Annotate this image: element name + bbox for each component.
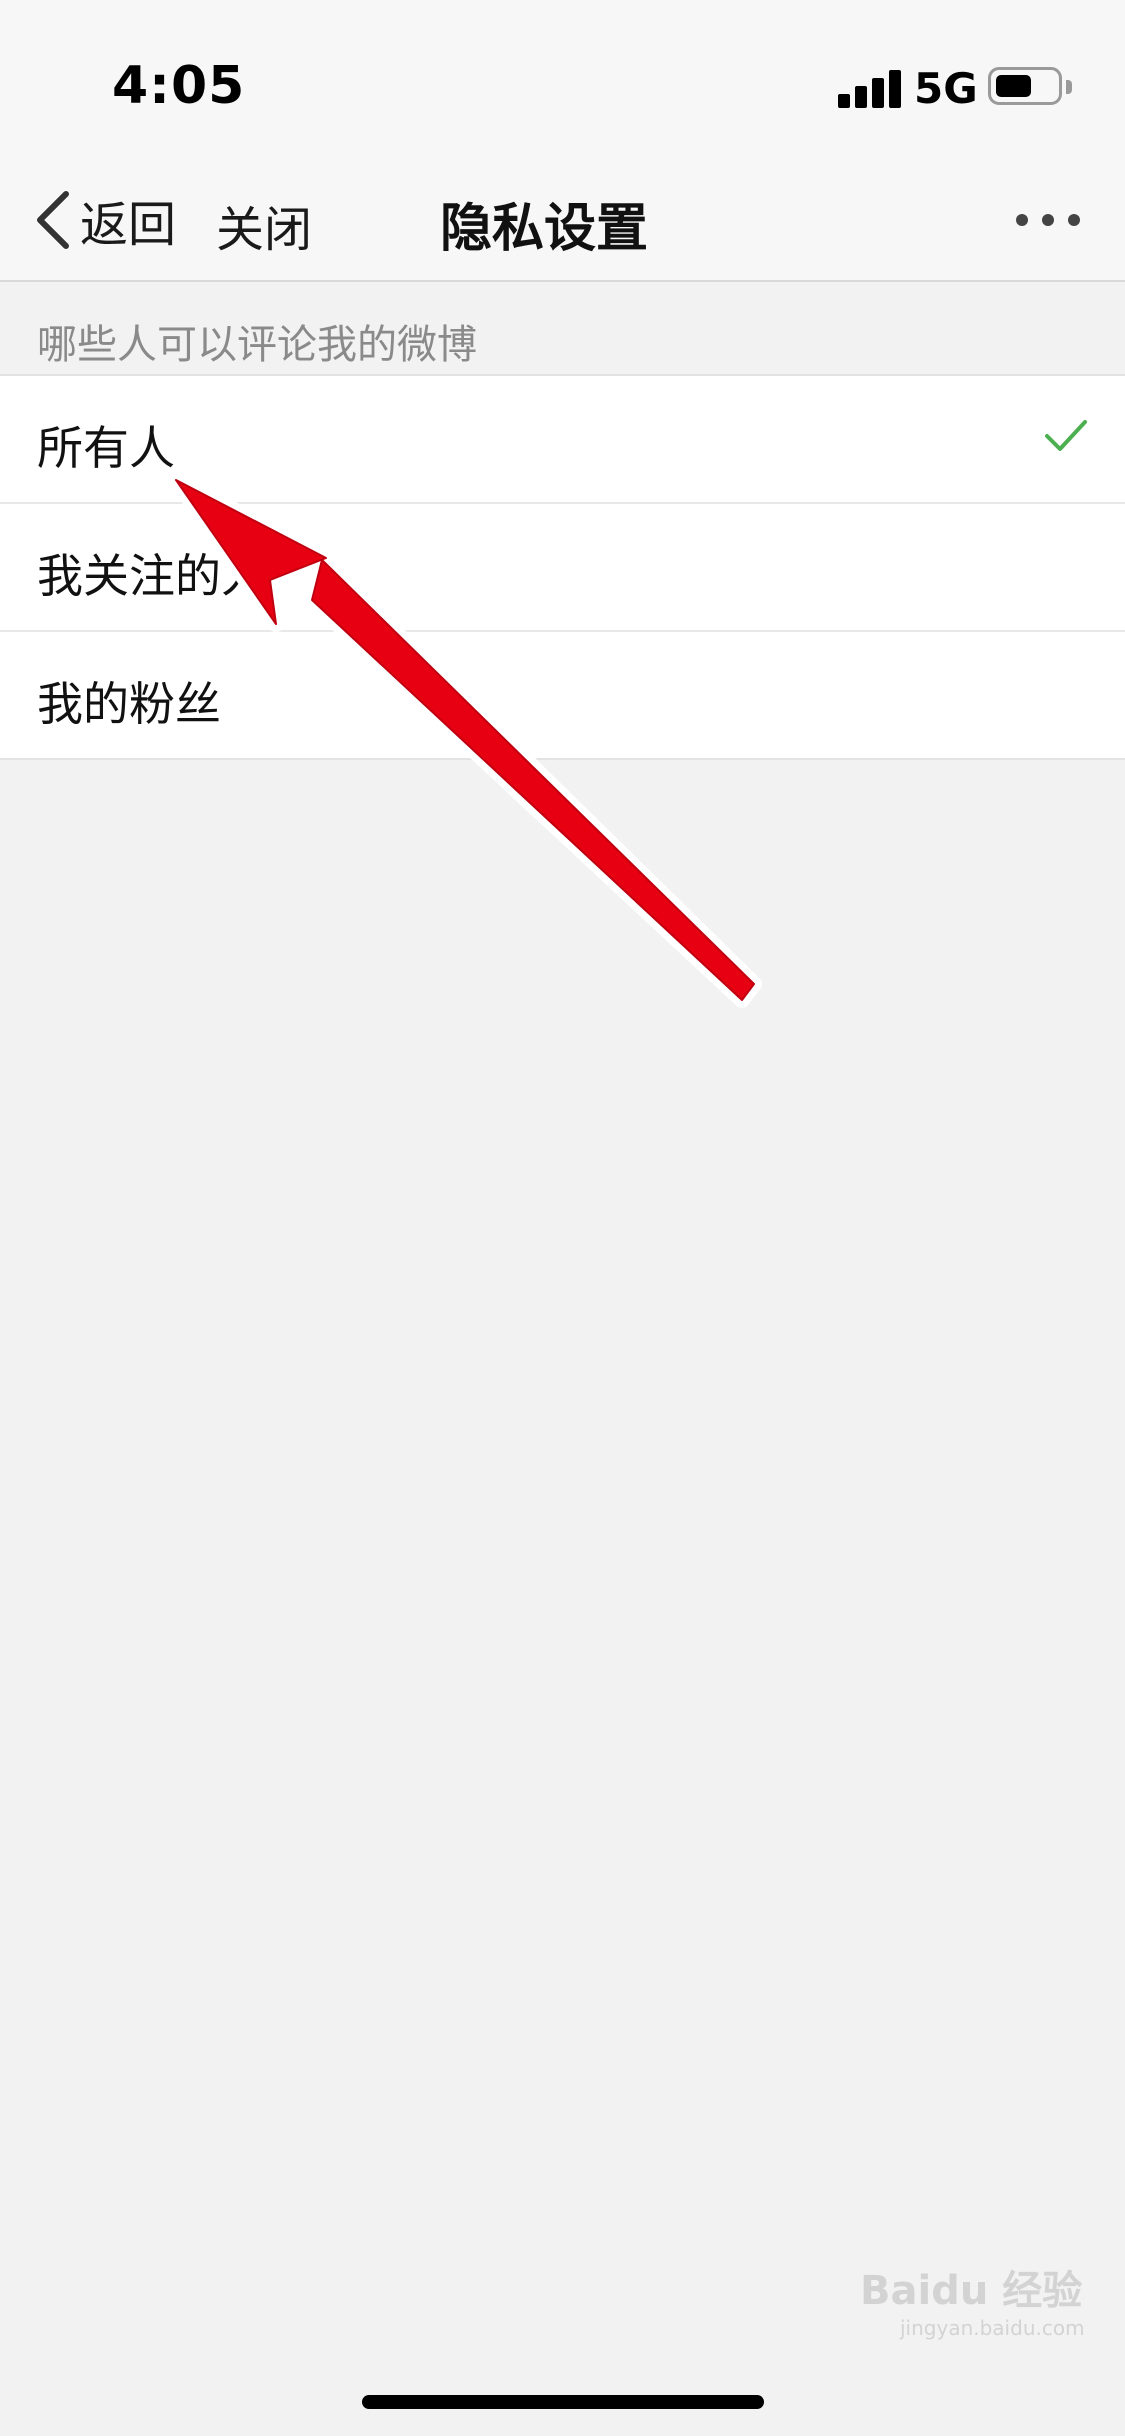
status-time: 4:05	[112, 56, 246, 116]
option-people-i-follow[interactable]: 我关注的人	[0, 504, 1125, 632]
watermark-brand: Baidu 经验	[860, 2268, 1083, 2314]
signal-strength-icon	[838, 68, 902, 108]
page-title: 隐私设置	[439, 199, 648, 259]
option-label: 我的粉丝	[37, 677, 221, 731]
option-my-fans[interactable]: 我的粉丝	[0, 632, 1125, 758]
option-everyone[interactable]: 所有人	[0, 376, 1125, 504]
watermark-logo: Baidu 经验 jingyan.baidu.com	[860, 2240, 1090, 2350]
battery-icon	[988, 67, 1062, 105]
checkmark-icon	[1045, 420, 1087, 451]
status-bar: 4:05 5G	[0, 0, 1125, 160]
network-type: 5G	[914, 64, 978, 113]
more-dots-icon	[1042, 214, 1054, 226]
section-header: 哪些人可以评论我的微博	[37, 322, 477, 368]
option-label: 我关注的人	[37, 549, 267, 603]
navigation-bar: 返回 关闭 隐私设置	[0, 160, 1125, 282]
comment-permission-list: 所有人 我关注的人 我的粉丝	[0, 374, 1125, 760]
privacy-settings-screen: 4:05 5G 返回 关闭 隐私设置 哪些人可以评论我的微博 所有人 我关注的人…	[0, 0, 1125, 2436]
more-options-button[interactable]	[1010, 210, 1090, 230]
more-dots-icon	[1016, 214, 1028, 226]
option-label: 所有人	[37, 421, 175, 475]
more-dots-icon	[1068, 214, 1080, 226]
home-indicator[interactable]	[362, 2395, 764, 2409]
battery-level-fill	[996, 75, 1031, 97]
watermark-site: jingyan.baidu.com	[900, 2316, 1085, 2340]
battery-tip	[1066, 80, 1072, 94]
